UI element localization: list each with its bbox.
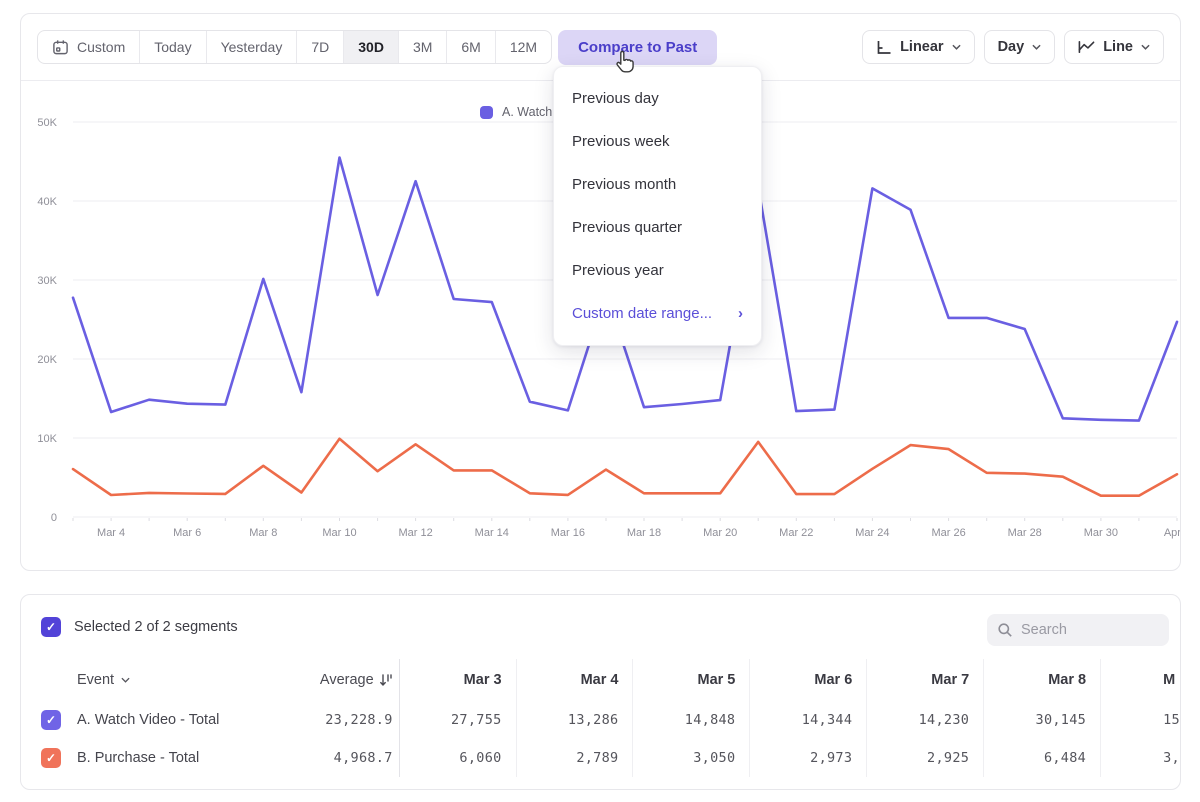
range-button-6m[interactable]: 6M [446, 31, 494, 63]
segments-header: ✓ Selected 2 of 2 segments [21, 595, 1180, 659]
series-b-checkbox[interactable]: ✓ [41, 748, 61, 768]
x-tick-label: Mar 30 [1084, 527, 1118, 539]
x-tick-label: Mar 8 [249, 527, 277, 539]
segments-search-box[interactable] [987, 614, 1169, 646]
range-button-12m[interactable]: 12M [495, 31, 551, 63]
table-row: ✓ B. Purchase - Total 4,968.7 6,060 2,78… [21, 739, 1181, 777]
compare-to-past-button[interactable]: Compare to Past [558, 30, 717, 65]
chevron-right-icon: › [738, 306, 743, 321]
y-tick-label: 20K [37, 354, 57, 366]
x-tick-label: Mar 18 [627, 527, 661, 539]
series-a-average: 23,228.9 [286, 701, 400, 739]
series-a-checkbox[interactable]: ✓ [41, 710, 61, 730]
compare-to-past-menu: Previous day Previous week Previous mont… [553, 66, 762, 346]
chevron-down-icon [1141, 44, 1150, 50]
range-button-today[interactable]: Today [139, 31, 205, 63]
chevron-down-icon [952, 44, 961, 50]
range-button-30d[interactable]: 30D [343, 31, 398, 63]
segments-table: Event Average Mar 3 Mar 4 Mar 5 Mar 6 Ma… [21, 659, 1181, 777]
chevron-down-icon [1032, 44, 1041, 50]
chart-type-dropdown-button[interactable]: Line [1064, 30, 1164, 64]
range-button-label: Custom [77, 39, 125, 55]
menu-item-previous-week[interactable]: Previous week [554, 120, 761, 163]
sort-descending-icon [379, 673, 393, 687]
date-column-header[interactable]: Mar 6 [750, 659, 867, 701]
table-cell: 3,050 [633, 739, 750, 777]
menu-item-previous-year[interactable]: Previous year [554, 249, 761, 292]
linear-axis-icon [876, 40, 892, 55]
date-range-segmented-control: Custom Today Yesterday 7D 30D 3M 6M 12M [37, 30, 552, 64]
date-column-header-clipped[interactable]: M [1101, 659, 1181, 701]
x-tick-label: Mar 22 [779, 527, 813, 539]
table-cell: 14,344 [750, 701, 867, 739]
table-cell-clipped: 3, [1101, 739, 1181, 777]
search-input[interactable] [1021, 622, 1151, 638]
date-column-header[interactable]: Mar 7 [867, 659, 984, 701]
table-header-row: Event Average Mar 3 Mar 4 Mar 5 Mar 6 Ma… [21, 659, 1181, 701]
x-tick-label: Mar 26 [931, 527, 965, 539]
x-tick-label: Mar 12 [398, 527, 432, 539]
segments-selected-text: Selected 2 of 2 segments [74, 619, 238, 635]
chart-display-controls: Linear Day Line [862, 30, 1164, 64]
table-cell: 2,789 [517, 739, 634, 777]
x-tick-label: Apr 1 [1164, 527, 1180, 539]
series-a-label[interactable]: A. Watch Video - Total [69, 712, 286, 728]
series-line-1[interactable] [73, 439, 1177, 496]
x-tick-label: Mar 6 [173, 527, 201, 539]
series-b-label[interactable]: B. Purchase - Total [69, 750, 286, 766]
table-cell: 14,230 [867, 701, 984, 739]
event-column-header[interactable]: Event [69, 672, 286, 688]
table-cell: 27,755 [400, 701, 517, 739]
select-all-checkbox[interactable]: ✓ [41, 617, 61, 637]
table-cell: 30,145 [984, 701, 1101, 739]
table-cell: 13,286 [517, 701, 634, 739]
table-cell: 2,973 [750, 739, 867, 777]
table-cell: 2,925 [867, 739, 984, 777]
menu-item-previous-quarter[interactable]: Previous quarter [554, 206, 761, 249]
table-cell: 6,060 [400, 739, 517, 777]
x-tick-label: Mar 20 [703, 527, 737, 539]
table-cell: 14,848 [633, 701, 750, 739]
date-column-header[interactable]: Mar 4 [517, 659, 634, 701]
range-button-custom[interactable]: Custom [38, 31, 139, 63]
range-button-yesterday[interactable]: Yesterday [206, 31, 297, 63]
line-chart-icon [1078, 40, 1095, 54]
y-tick-label: 50K [37, 117, 57, 129]
x-tick-label: Mar 16 [551, 527, 585, 539]
x-tick-label: Mar 4 [97, 527, 125, 539]
table-cell: 6,484 [984, 739, 1101, 777]
x-tick-label: Mar 10 [322, 527, 356, 539]
x-tick-label: Mar 14 [475, 527, 509, 539]
date-column-header[interactable]: Mar 8 [984, 659, 1101, 701]
range-button-3m[interactable]: 3M [398, 31, 446, 63]
range-button-7d[interactable]: 7D [296, 31, 343, 63]
chevron-down-icon [121, 677, 130, 683]
segments-card: ✓ Selected 2 of 2 segments Event Average [20, 594, 1181, 790]
menu-item-custom-date-range[interactable]: Custom date range... › [554, 292, 761, 335]
average-column-header[interactable]: Average [286, 659, 400, 701]
y-tick-label: 30K [37, 275, 57, 287]
date-column-header[interactable]: Mar 5 [633, 659, 750, 701]
search-icon [997, 622, 1013, 638]
series-a-swatch [480, 106, 493, 119]
calendar-icon [52, 39, 69, 56]
menu-item-previous-day[interactable]: Previous day [554, 77, 761, 120]
series-b-average: 4,968.7 [286, 739, 400, 777]
x-tick-label: Mar 28 [1008, 527, 1042, 539]
y-tick-label: 0 [51, 512, 57, 524]
table-cell-clipped: 15, [1101, 701, 1181, 739]
x-tick-label: Mar 24 [855, 527, 889, 539]
y-tick-label: 40K [37, 196, 57, 208]
scale-dropdown-button[interactable]: Linear [862, 30, 975, 64]
y-tick-label: 10K [37, 433, 57, 445]
granularity-dropdown-button[interactable]: Day [984, 30, 1056, 64]
menu-item-previous-month[interactable]: Previous month [554, 163, 761, 206]
table-row: ✓ A. Watch Video - Total 23,228.9 27,755… [21, 701, 1181, 739]
date-column-header[interactable]: Mar 3 [400, 659, 517, 701]
